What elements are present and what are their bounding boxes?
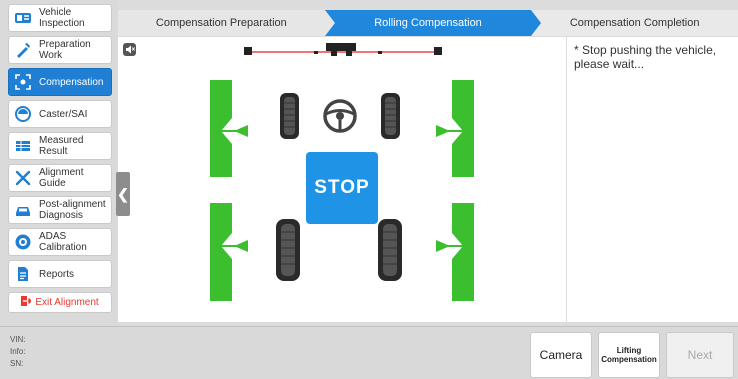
step-compensation-completion: Compensation Completion [531, 10, 738, 36]
wheel-front-right [381, 93, 400, 139]
target-front-left [210, 80, 248, 177]
sidebar-item-label: Measured Result [39, 135, 84, 157]
collapse-sidebar-button[interactable]: ❮ [116, 172, 130, 216]
step-arrow [531, 10, 542, 36]
step-label: Compensation Completion [569, 17, 700, 29]
sidebar-item-label: Post-alignment Diagnosis [39, 199, 106, 221]
camera-button-label: Camera [539, 348, 583, 362]
alignment-app: Vehicle Inspection Preparation Work Comp… [0, 0, 738, 379]
step-label: Rolling Compensation [374, 17, 482, 29]
vehicle-inspection-icon [13, 8, 33, 28]
step-arrow [324, 10, 335, 36]
measured-result-icon [13, 136, 33, 156]
sidebar-item-alignment-guide[interactable]: Alignment Guide [8, 164, 112, 192]
sidebar-item-label: Compensation [39, 76, 104, 88]
sidebar-item-compensation[interactable]: Compensation [8, 68, 112, 96]
report-icon [13, 264, 33, 284]
instruction-message: * Stop pushing the vehicle, please wait.… [574, 43, 717, 71]
sidebar-item-label: ADAS Calibration [39, 231, 87, 253]
compensation-icon [13, 72, 33, 92]
next-button[interactable]: Next [666, 332, 734, 378]
exit-icon [21, 296, 33, 309]
sidebar-item-caster-sai[interactable]: Caster/SAI [8, 100, 112, 128]
steering-wheel-icon [323, 99, 357, 133]
sidebar-item-adas-calibration[interactable]: ADAS Calibration [8, 228, 112, 256]
sidebar-item-label: Reports [39, 268, 75, 280]
target-rear-left [210, 203, 248, 301]
sn-label: SN: [10, 359, 24, 368]
target-front-right [436, 80, 474, 177]
exit-alignment-button[interactable]: Exit Alignment [8, 292, 112, 313]
vin-label: VIN: [10, 335, 26, 344]
step-label: Compensation Preparation [155, 17, 287, 29]
compensation-diagram-panel: STOP [118, 37, 566, 322]
sidebar-item-label: Vehicle Inspection [39, 7, 85, 29]
wheel-rear-left [276, 219, 300, 281]
sidebar-item-vehicle-inspection[interactable]: Vehicle Inspection [8, 4, 112, 32]
wheel-rear-right [378, 219, 402, 281]
sidebar-item-measured-result[interactable]: Measured Result [8, 132, 112, 160]
chevron-left-icon: ❮ [117, 185, 129, 202]
sidebar-item-label: Caster/SAI [39, 108, 88, 120]
sidebar-item-post-alignment-diagnosis[interactable]: Post-alignment Diagnosis [8, 196, 112, 224]
mute-icon[interactable] [123, 43, 136, 56]
caster-icon [13, 104, 33, 124]
alignment-guide-icon [13, 168, 33, 188]
wheel-front-left [280, 93, 299, 139]
sidebar-item-preparation-work[interactable]: Preparation Work [8, 36, 112, 64]
stop-indicator: STOP [306, 152, 378, 224]
instruction-panel: * Stop pushing the vehicle, please wait.… [567, 37, 738, 322]
lifting-compensation-label: Lifting Compensation [601, 346, 657, 364]
sidebar-item-reports[interactable]: Reports [8, 260, 112, 288]
lifting-compensation-button[interactable]: Lifting Compensation [598, 332, 660, 378]
step-rolling-compensation: Rolling Compensation [324, 10, 542, 36]
preparation-icon [13, 40, 33, 60]
target-rear-right [436, 203, 474, 301]
stop-label: STOP [314, 177, 370, 198]
adas-icon [13, 232, 33, 252]
sidebar-item-label: Alignment Guide [39, 167, 84, 189]
sidebar-item-label: Preparation Work [39, 39, 91, 61]
bottom-bar: VIN: Info: SN: Camera Lifting Compensati… [0, 326, 738, 379]
camera-button[interactable]: Camera [530, 332, 592, 378]
sidebar: Vehicle Inspection Preparation Work Comp… [0, 0, 118, 326]
step-progress-bar: Compensation Preparation Rolling Compens… [118, 10, 738, 36]
car-icon [13, 200, 33, 220]
exit-alignment-label: Exit Alignment [35, 297, 99, 308]
step-compensation-preparation: Compensation Preparation [118, 10, 335, 36]
next-button-label: Next [687, 348, 713, 362]
camera-beam [244, 43, 442, 56]
info-label: Info: [10, 347, 26, 356]
